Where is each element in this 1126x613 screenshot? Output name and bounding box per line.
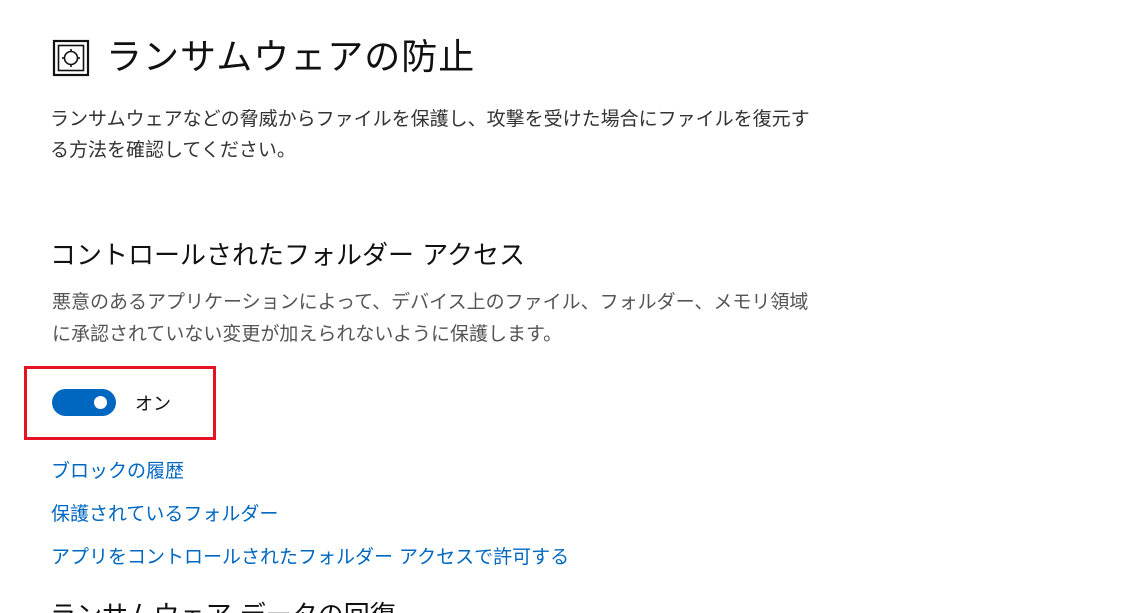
toggle-knob (94, 396, 107, 409)
page-description: ランサムウェアなどの脅威からファイルを保護し、攻撃を受けた場合にファイルを復元す… (50, 108, 810, 161)
page-header: ランサムウェアの防止 (52, 36, 475, 80)
protected-folders-link[interactable]: 保護されているフォルダー (51, 501, 278, 527)
section-title-ransomware-data-recovery: ランサムウェア データの回復 (50, 598, 396, 613)
controlled-folder-access-toggle[interactable] (52, 389, 116, 416)
toggle-state-label: オン (135, 393, 171, 415)
controlled-folder-access-toggle-row: オン (52, 389, 171, 416)
allow-app-link[interactable]: アプリをコントロールされたフォルダー アクセスで許可する (51, 544, 569, 570)
ransomware-protection-page: ランサムウェアの防止 ランサムウェアなどの脅威からファイルを保護し、攻撃を受けた… (0, 0, 1126, 613)
ransomware-protection-icon (52, 39, 90, 77)
page-title: ランサムウェアの防止 (106, 37, 476, 78)
section-description: 悪意のあるアプリケーションによって、デバイス上のファイル、フォルダー、メモリ領域… (52, 291, 809, 345)
section-title-controlled-folder-access: コントロールされたフォルダー アクセス (50, 241, 525, 271)
block-history-link[interactable]: ブロックの履歴 (51, 458, 184, 484)
